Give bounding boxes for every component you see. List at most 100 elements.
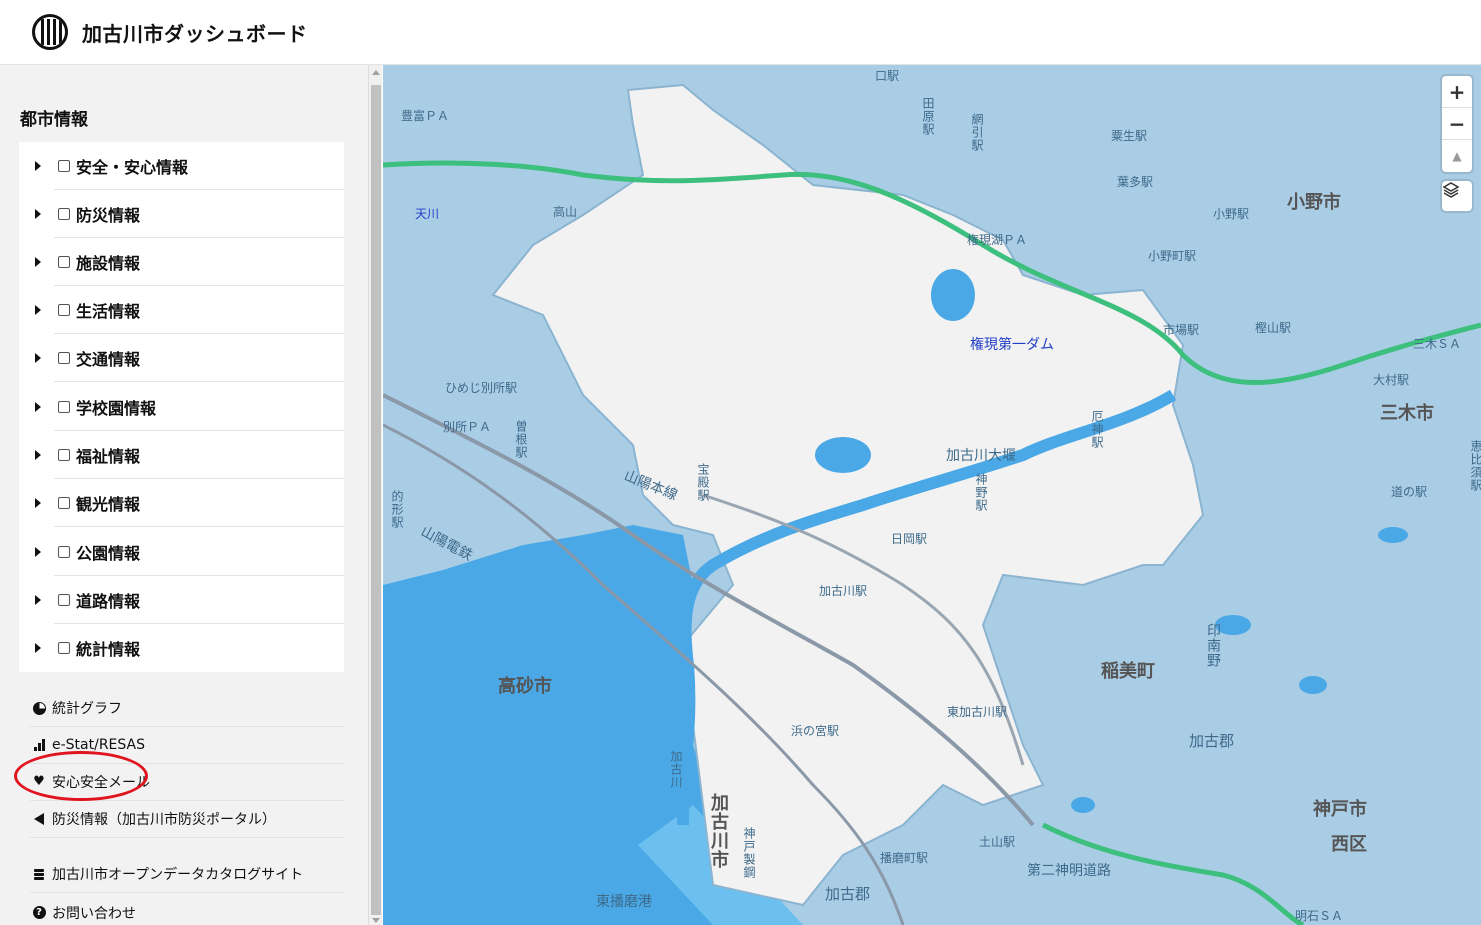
pie-chart-icon (32, 701, 46, 715)
caret-right-icon[interactable] (35, 547, 41, 557)
tree-item-park[interactable]: 公園情報 (19, 528, 344, 576)
map-label-kako-gun: 加古郡 (1189, 732, 1235, 750)
category-checkbox[interactable] (58, 160, 70, 172)
pond-4 (1071, 797, 1095, 813)
tree-item-label: 交通情報 (76, 350, 141, 369)
map-view[interactable]: 口駅 田原駅 網引駅 豊富ＰＡ 粟生駅 葉多駅 天川 高山 権現湖ＰＡ 小野駅 … (383, 65, 1481, 925)
map-label-kashihara: 樫山駅 (1255, 321, 1292, 335)
caret-right-icon[interactable] (35, 498, 41, 508)
map-label-meiji-sa: 明石ＳＡ (1295, 909, 1344, 923)
map-label-kobe-city: 神戸市 (1313, 799, 1367, 820)
tree-item-label: 公園情報 (76, 544, 141, 563)
sidebar: 都市情報 安全・安心情報 防災情報 施設情報 生活情報 交通情報 学校園情報 福… (0, 65, 368, 925)
tree-item-living[interactable]: 生活情報 (19, 286, 344, 334)
tree-item-traffic[interactable]: 交通情報 (19, 334, 344, 382)
tree-item-tourism[interactable]: 観光情報 (19, 479, 344, 527)
highlight-annotation-ring (14, 751, 148, 801)
category-checkbox[interactable] (58, 208, 70, 220)
tree-item-label: 生活情報 (76, 302, 141, 321)
map-label-himeji-bessho: ひめじ別所駅 (445, 381, 518, 395)
section-title: 都市情報 (20, 110, 88, 130)
map-label-ono-station: 小野駅 (1213, 207, 1250, 221)
map-label-gongen-pa: 権現湖ＰＡ (967, 233, 1028, 247)
link-label[interactable]: 防災情報（加古川市防災ポータル） (52, 809, 276, 829)
map-label-hatakeda: 葉多駅 (1117, 175, 1154, 189)
tree-item-statistics[interactable]: 統計情報 (19, 624, 344, 672)
city-logo-icon[interactable] (32, 14, 68, 50)
map-label-ichiba: 市場駅 (1163, 323, 1200, 337)
map-label-kakogawa-river: 加古川 (669, 750, 683, 789)
link-open-data-catalog[interactable]: 加古川市オープンデータカタログサイト (30, 856, 344, 893)
map-label-matogata: 的形駅 (390, 490, 404, 529)
scrollbar-thumb[interactable] (371, 85, 381, 915)
pond (815, 437, 871, 473)
category-checkbox[interactable] (58, 594, 70, 606)
caret-right-icon[interactable] (35, 402, 41, 412)
link-label[interactable]: 加古川市オープンデータカタログサイト (52, 864, 303, 884)
caret-right-icon[interactable] (35, 643, 41, 653)
map-label-inami-town: 稲美町 (1101, 661, 1155, 682)
tree-item-road[interactable]: 道路情報 (19, 576, 344, 624)
category-checkbox[interactable] (58, 546, 70, 558)
tree-item-school[interactable]: 学校園情報 (19, 383, 344, 431)
tree-item-label: 安全・安心情報 (76, 158, 189, 177)
compass-button[interactable]: ▲ (1442, 140, 1472, 172)
scroll-down-arrow-icon[interactable] (372, 918, 380, 923)
pond-3 (1299, 676, 1327, 694)
layer-toggle-button[interactable] (1442, 181, 1472, 211)
category-checkbox[interactable] (58, 449, 70, 461)
map-label-kurisu: 粟生駅 (1111, 129, 1148, 143)
caret-right-icon[interactable] (35, 595, 41, 605)
map-label-toban-port: 東播磨港 (596, 894, 652, 910)
link-label[interactable]: 統計グラフ (52, 698, 122, 718)
caret-right-icon[interactable] (35, 257, 41, 267)
scroll-up-arrow-icon[interactable] (372, 70, 380, 75)
map-label-yakujin: 厄神駅 (1090, 410, 1104, 449)
tree-item-welfare[interactable]: 福祉情報 (19, 431, 344, 479)
map-label-kakogawa-ozeki: 加古川大堰 (946, 448, 1016, 464)
map-label-hama-no-miya: 浜の宮駅 (791, 724, 840, 738)
link-label[interactable]: お問い合わせ (52, 903, 136, 923)
sidebar-scrollbar[interactable] (368, 65, 382, 925)
caret-right-icon[interactable] (35, 353, 41, 363)
caret-right-icon[interactable] (35, 161, 41, 171)
category-checkbox[interactable] (58, 304, 70, 316)
map-label-higashi-kakogawa: 東加古川駅 (947, 705, 1008, 719)
map-label-daini-shinmei: 第二神明道路 (1027, 863, 1111, 879)
zoom-out-button[interactable]: − (1442, 108, 1472, 140)
caret-right-icon[interactable] (35, 209, 41, 219)
category-checkbox[interactable] (58, 401, 70, 413)
map-label-kako-gun-2: 加古郡 (825, 885, 871, 903)
gongen-dam-lake (931, 269, 975, 321)
bar-chart-icon (33, 739, 45, 751)
link-stat-graph[interactable]: 統計グラフ (30, 690, 344, 727)
map-label-toyotomi-pa: 豊富ＰＡ (401, 109, 450, 123)
map-label-michinoeki: 道の駅 (1391, 485, 1428, 499)
map-label-kuchi: 口駅 (875, 69, 900, 83)
tree-item-safety[interactable]: 安全・安心情報 (19, 142, 344, 190)
map-label-kobe-steel: 神戸製鋼 (742, 827, 756, 879)
tree-item-disaster[interactable]: 防災情報 (19, 190, 344, 238)
map-label-kakogawa-city: 加古川市 (708, 793, 729, 869)
caret-right-icon[interactable] (35, 305, 41, 315)
app-title[interactable]: 加古川市ダッシュボード (82, 18, 308, 47)
category-checkbox[interactable] (58, 642, 70, 654)
map-label-sone: 曽根駅 (514, 420, 528, 459)
zoom-in-button[interactable]: + (1442, 76, 1472, 108)
category-checkbox[interactable] (58, 256, 70, 268)
map-label-bessho-pa: 別所ＰＡ (443, 420, 492, 434)
map-label-omura: 大村駅 (1373, 373, 1410, 387)
caret-right-icon[interactable] (35, 450, 41, 460)
map-label-kakogawa-station: 加古川駅 (819, 584, 868, 598)
tree-item-facility[interactable]: 施設情報 (19, 238, 344, 286)
megaphone-icon (34, 813, 44, 825)
map-label-takasago-city: 高砂市 (498, 676, 552, 697)
link-disaster-portal[interactable]: 防災情報（加古川市防災ポータル） (30, 801, 344, 838)
link-contact[interactable]: ? お問い合わせ (30, 894, 344, 925)
map-label-tsuchiyama: 土山駅 (979, 835, 1016, 849)
map-label-amibiki: 網引駅 (970, 113, 984, 152)
category-checkbox[interactable] (58, 352, 70, 364)
map-label-tawara: 田原駅 (921, 97, 935, 136)
category-checkbox[interactable] (58, 497, 70, 509)
app-header: 加古川市ダッシュボード (0, 0, 1481, 65)
